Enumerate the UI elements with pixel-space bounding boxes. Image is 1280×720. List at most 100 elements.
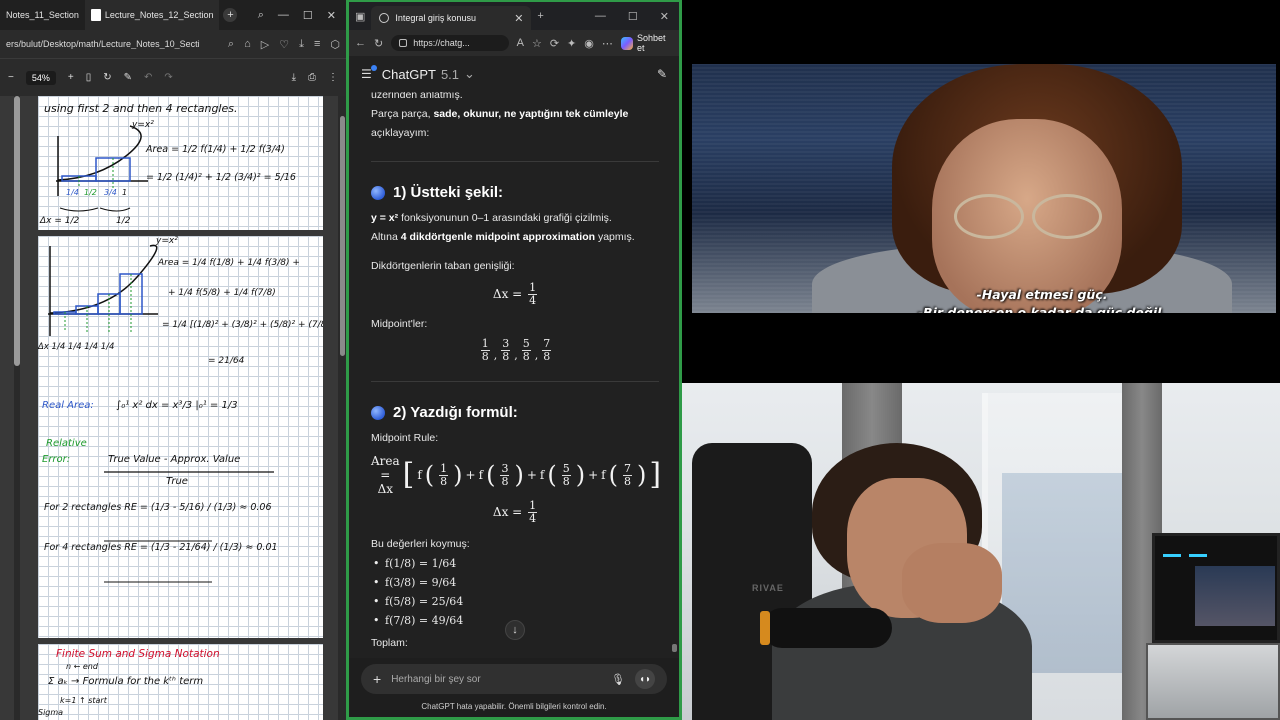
scroll-down-button[interactable]: ↓ bbox=[505, 620, 525, 640]
copilot-chat-button[interactable]: Sohbet et bbox=[620, 33, 673, 53]
values-label: Bu değerleri koymuş: bbox=[371, 538, 470, 550]
maximize-icon[interactable]: ☐ bbox=[303, 9, 313, 22]
rotate-icon[interactable]: ↻ bbox=[103, 72, 111, 83]
document-scrollbar[interactable] bbox=[338, 96, 346, 720]
profile-avatar-icon[interactable]: ◉ bbox=[584, 37, 594, 50]
subtitles: -Hayal etmesi güç. -Bir denersen o kadar… bbox=[842, 286, 1242, 313]
close-icon[interactable]: ✕ bbox=[660, 10, 669, 23]
add-attachment-icon[interactable]: + bbox=[373, 671, 381, 687]
tab-actions-icon[interactable]: ▣ bbox=[355, 10, 365, 23]
maximize-icon[interactable]: ☐ bbox=[628, 10, 638, 23]
midpoints-formula: 18, 38, 58, 78 bbox=[480, 337, 552, 363]
chat-scrollbar[interactable] bbox=[672, 92, 677, 652]
new-tab-icon[interactable]: + bbox=[537, 10, 543, 22]
play-icon[interactable]: ▷ bbox=[261, 38, 269, 51]
curve-label: y=x² bbox=[132, 120, 154, 130]
chevron-down-icon[interactable]: ⌄ bbox=[464, 66, 475, 82]
zoom-out-icon[interactable]: − bbox=[8, 72, 14, 83]
pdf-file-icon bbox=[90, 9, 101, 21]
model-name[interactable]: ChatGPT bbox=[382, 67, 436, 82]
page3-title: Finite Sum and Sigma Notation bbox=[56, 648, 220, 660]
pdf-viewer-window: Notes_11_Section Lecture_Notes_12_Sectio… bbox=[0, 0, 346, 720]
paragraph: Altına 4 dikdörtgenle midpoint approxima… bbox=[371, 231, 635, 243]
pdf-tab-notes-12[interactable]: Lecture_Notes_12_Section bbox=[84, 0, 220, 30]
menu-icon[interactable]: ≡ bbox=[314, 38, 320, 50]
sigma-top: n ← end bbox=[66, 662, 98, 671]
chat-messages[interactable]: üzerinden anlatmış. Parça parça, sade, o… bbox=[349, 92, 679, 658]
copilot-chat-label: Sohbet et bbox=[637, 33, 666, 53]
subtitle-line: -Bir denersen o kadar da güç değil. bbox=[917, 305, 1167, 313]
pdf-tab-label: Notes_11_Section bbox=[6, 10, 79, 20]
download-icon[interactable]: ⤓ bbox=[299, 38, 304, 51]
section-heading: 2) Yazdığı formül: bbox=[371, 404, 661, 421]
midpoint-rule-formula: Area = Δx [ f(1 8) + f(3 8) + f(5 8) + f(7 8… bbox=[370, 454, 662, 496]
minimize-icon[interactable]: — bbox=[278, 9, 289, 21]
sigma-bottom: k=1 ↑ start bbox=[60, 696, 107, 705]
chatgpt-header: ☰ ChatGPT 5.1 ⌄ ✎ bbox=[349, 56, 679, 92]
back-icon[interactable]: ← bbox=[355, 37, 366, 49]
refresh-icon[interactable]: ↻ bbox=[374, 37, 383, 50]
re-2-rectangles: For 2 rectangles RE = (1/3 - 5/16) / (1/… bbox=[44, 502, 272, 513]
list-item: f(5/8) = 25/64 bbox=[371, 592, 661, 611]
person-hands bbox=[902, 543, 1002, 623]
url-field[interactable]: https://chatg... bbox=[391, 35, 509, 51]
pdf-document-area[interactable]: using first 2 and then 4 rectangles. y=x… bbox=[0, 96, 346, 720]
model-version[interactable]: 5.1 bbox=[441, 67, 459, 82]
sidebar-toggle-icon[interactable]: ☰ bbox=[361, 65, 377, 81]
save-icon[interactable]: ⤓ bbox=[292, 72, 296, 83]
sync-icon[interactable]: ⟳ bbox=[550, 37, 559, 50]
area-equation: Area = 1/2 f(1/4) + 1/2 f(3/4) bbox=[146, 144, 285, 155]
thumbnail-scrollbar[interactable] bbox=[14, 96, 20, 720]
fit-page-icon[interactable]: ▯ bbox=[86, 72, 92, 83]
undo-icon[interactable]: ↶ bbox=[144, 72, 152, 83]
divider bbox=[371, 161, 659, 162]
microphone-icon[interactable]: 🎙 bbox=[611, 673, 625, 686]
redo-icon[interactable]: ↷ bbox=[164, 72, 172, 83]
pdf-page-2: y=x² Area = 1/4 f(1/8) + 1/4 f(3/8) + + … bbox=[38, 236, 323, 638]
voice-mode-icon[interactable]: ◖◗ bbox=[635, 669, 655, 689]
extensions-icon[interactable]: ✦ bbox=[567, 37, 576, 50]
new-tab-icon[interactable]: + bbox=[223, 8, 238, 22]
chat-input-box[interactable]: + Herhangi bir şey sor 🎙 ◖◗ bbox=[361, 664, 667, 694]
tick-label: 1/4 bbox=[66, 188, 79, 197]
address-input[interactable]: ers/bulut/Desktop/math/Lecture_Notes_10_… bbox=[6, 39, 218, 49]
draw-icon[interactable]: ✎ bbox=[124, 72, 132, 83]
tick-label: 1 bbox=[122, 188, 128, 197]
dx-formula: Δx = 14 bbox=[492, 499, 538, 525]
tick-label: 3/4 bbox=[104, 188, 117, 197]
search-icon[interactable]: ⌕ bbox=[258, 9, 264, 22]
browser-address-bar: ← ↻ https://chatg... A ☆ ⟳ ✦ ◉ ⋯ Sohbet … bbox=[349, 30, 679, 56]
pdf-tab-label: Lecture_Notes_12_Section bbox=[104, 10, 214, 20]
pdf-tab-notes-11[interactable]: Notes_11_Section bbox=[0, 0, 85, 30]
real-area-label: Real Area: bbox=[42, 400, 94, 411]
search-page-icon[interactable]: ⌕ bbox=[228, 38, 234, 51]
area-equation: + 1/4 f(5/8) + 1/4 f(7/8) bbox=[168, 288, 276, 298]
read-aloud-icon[interactable]: ⌂ bbox=[244, 38, 251, 50]
chat-input[interactable]: Herhangi bir şey sor bbox=[391, 674, 480, 685]
tick-label: 1/2 bbox=[84, 188, 97, 197]
error-denominator: True bbox=[166, 476, 188, 487]
dx-label: 1/2 bbox=[116, 216, 131, 226]
close-tab-icon[interactable]: ✕ bbox=[514, 12, 523, 25]
screen: Notes_11_Section Lecture_Notes_12_Sectio… bbox=[0, 0, 1280, 720]
minimize-icon[interactable]: — bbox=[595, 10, 606, 22]
zoom-level[interactable]: 54% bbox=[25, 70, 56, 85]
list-item: f(3/8) = 9/64 bbox=[371, 573, 661, 592]
favorite-icon[interactable]: ☆ bbox=[532, 37, 542, 50]
read-aloud-icon[interactable]: A bbox=[517, 37, 524, 49]
extension-icon[interactable]: ⬡ bbox=[330, 38, 340, 51]
browser-tab-strip: ▣ Integral giriş konusu ✕ + — ☐ ✕ bbox=[349, 2, 679, 30]
print-icon[interactable]: ⎙ bbox=[308, 72, 316, 83]
pdf-page-1: using first 2 and then 4 rectangles. y=x… bbox=[38, 96, 323, 230]
more-icon[interactable]: ⋮ bbox=[328, 72, 338, 83]
paragraph: Dikdörtgenlerin taban genişliği: bbox=[371, 260, 515, 272]
microphone-ring bbox=[760, 611, 770, 645]
dx-label: Δx = 1/2 bbox=[40, 216, 80, 226]
zoom-in-icon[interactable]: + bbox=[68, 72, 74, 83]
tab-integral[interactable]: Integral giriş konusu ✕ bbox=[371, 6, 532, 30]
favorite-icon[interactable]: ♡ bbox=[279, 38, 289, 51]
close-icon[interactable]: ✕ bbox=[327, 9, 336, 22]
new-chat-icon[interactable]: ✎ bbox=[657, 67, 667, 81]
more-icon[interactable]: ⋯ bbox=[602, 37, 613, 50]
window-controls: ⌕ — ☐ ✕ bbox=[258, 9, 346, 22]
